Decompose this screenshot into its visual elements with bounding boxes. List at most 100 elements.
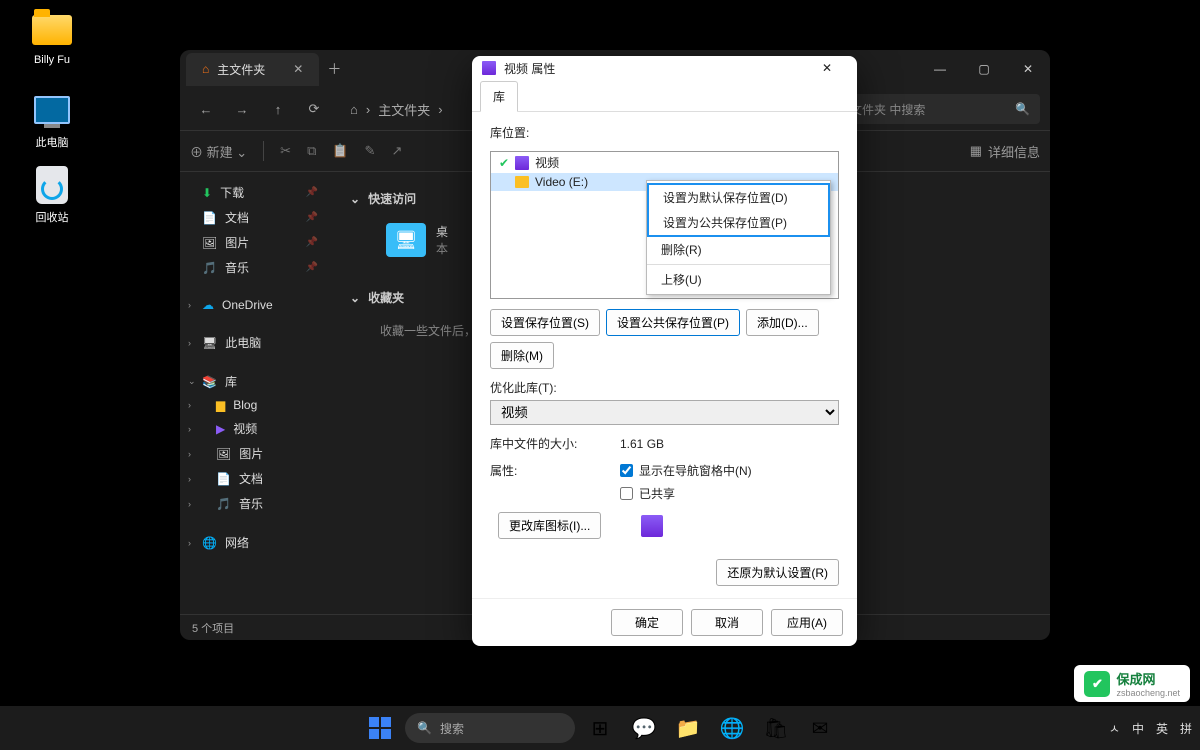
desktop-this-pc[interactable]: 此电脑: [16, 90, 88, 150]
taskbar-search[interactable]: 🔍搜索: [405, 713, 575, 743]
address-bar[interactable]: ⌂ › 主文件夹 ›: [350, 100, 443, 119]
nav-lib-blog[interactable]: ›▆Blog: [184, 394, 326, 416]
chevron-down-icon: ⌄: [350, 291, 360, 305]
desktop-label: 此电脑: [16, 134, 88, 150]
remove-button[interactable]: 删除(M): [490, 342, 554, 369]
up-button[interactable]: ↑: [262, 102, 294, 117]
share-icon[interactable]: ↗: [391, 143, 402, 159]
view-details-button[interactable]: 详细信息: [988, 142, 1040, 161]
explorer-button[interactable]: 📁: [669, 709, 707, 747]
nav-music[interactable]: 🎵音乐📌: [184, 255, 326, 280]
music-icon: 🎵: [216, 497, 231, 511]
desktop-recycle-bin[interactable]: 回收站: [16, 165, 88, 225]
dialog-close-button[interactable]: ✕: [807, 61, 847, 75]
system-tray[interactable]: ㅅ 中 英 拼: [1109, 720, 1192, 737]
nav-downloads[interactable]: ⬇下载📌: [184, 180, 326, 205]
set-public-save-button[interactable]: 设置公共保存位置(P): [606, 309, 740, 336]
desktop-label: 回收站: [16, 209, 88, 225]
video-icon: ▶: [216, 422, 225, 436]
nav-onedrive[interactable]: ›☁OneDrive: [184, 294, 326, 316]
ok-button[interactable]: 确定: [611, 609, 683, 636]
ime-lang[interactable]: 英: [1156, 720, 1168, 737]
refresh-button[interactable]: ⟳: [298, 101, 330, 117]
context-menu: 设置为默认保存位置(D) 设置为公共保存位置(P) 删除(R) 上移(U): [646, 180, 831, 295]
back-button[interactable]: ←: [190, 102, 222, 117]
forward-button[interactable]: →: [226, 102, 258, 117]
ctx-delete[interactable]: 删除(R): [647, 237, 830, 262]
nav-documents[interactable]: 📄文档📌: [184, 205, 326, 230]
chevron-right-icon: ›: [188, 400, 191, 410]
nav-lib-pictures[interactable]: ›🖼图片: [184, 441, 326, 466]
close-tab-icon[interactable]: ✕: [293, 62, 303, 76]
dialog-titlebar[interactable]: 视频 属性 ✕: [472, 56, 857, 80]
ime-indicator[interactable]: 中: [1132, 720, 1144, 737]
start-button[interactable]: [361, 709, 399, 747]
pin-icon: 📌: [306, 262, 318, 273]
ctx-set-default[interactable]: 设置为默认保存位置(D): [649, 185, 828, 210]
location-label: 库位置:: [490, 124, 839, 141]
store-button[interactable]: 🛍: [757, 709, 795, 747]
close-button[interactable]: ✕: [1006, 50, 1050, 88]
apply-button[interactable]: 应用(A): [771, 609, 843, 636]
new-tab-button[interactable]: ＋: [327, 59, 341, 79]
optimize-select[interactable]: 视频: [490, 400, 839, 425]
restore-defaults-button[interactable]: 还原为默认设置(R): [716, 559, 839, 586]
nav-pictures[interactable]: 🖼图片📌: [184, 230, 326, 255]
size-value: 1.61 GB: [620, 437, 664, 451]
ime-mode[interactable]: 拼: [1180, 720, 1192, 737]
minimize-button[interactable]: —: [918, 50, 962, 88]
chevron-right-icon: ›: [188, 499, 191, 509]
windows-icon: [369, 717, 391, 739]
tree-root-video[interactable]: ✔视频: [491, 152, 838, 173]
tab-home[interactable]: ⌂ 主文件夹 ✕: [186, 53, 319, 86]
chevron-right-icon: ›: [366, 102, 370, 117]
checkbox[interactable]: [620, 487, 633, 500]
nav-lib-video[interactable]: ›▶视频: [184, 416, 326, 441]
chevron-right-icon: ›: [188, 338, 191, 348]
desktop-label: Billy Fu: [16, 54, 88, 66]
copy-icon[interactable]: ⧉: [307, 143, 316, 159]
ctx-move-up[interactable]: 上移(U): [647, 267, 830, 292]
mail-button[interactable]: ✉: [801, 709, 839, 747]
shield-icon: ✔: [1084, 671, 1110, 697]
cloud-icon: ☁: [202, 298, 214, 312]
new-button[interactable]: ⊕ 新建 ⌄: [190, 142, 247, 161]
maximize-button[interactable]: ▢: [962, 50, 1006, 88]
search-input[interactable]: 文件夹 中搜索 🔍: [840, 94, 1040, 124]
nav-this-pc[interactable]: ›🖥此电脑: [184, 330, 326, 355]
add-button[interactable]: 添加(D)...: [746, 309, 819, 336]
chevron-right-icon: ›: [188, 474, 191, 484]
desktop-folder-billy[interactable]: Billy Fu: [16, 10, 88, 66]
set-save-location-button[interactable]: 设置保存位置(S): [490, 309, 600, 336]
nav-lib-music[interactable]: ›🎵音乐: [184, 491, 326, 516]
edge-button[interactable]: 🌐: [713, 709, 751, 747]
ctx-set-public[interactable]: 设置为公共保存位置(P): [649, 210, 828, 235]
watermark-name: 保成网: [1116, 672, 1155, 687]
task-view-button[interactable]: ⊞: [581, 709, 619, 747]
search-icon: 🔍: [417, 721, 432, 735]
pc-icon: 🖥: [202, 336, 217, 350]
view-icon[interactable]: ▦: [970, 143, 982, 159]
library-icon-preview: [641, 515, 663, 537]
nav-lib-documents[interactable]: ›📄文档: [184, 466, 326, 491]
cancel-button[interactable]: 取消: [691, 609, 763, 636]
rename-icon[interactable]: ✎: [365, 143, 376, 159]
nav-libraries[interactable]: ⌄📚库: [184, 369, 326, 394]
change-icon-button[interactable]: 更改库图标(I)...: [498, 512, 601, 539]
breadcrumb[interactable]: 主文件夹: [378, 100, 430, 119]
attributes-label: 属性:: [490, 462, 580, 479]
tab-library[interactable]: 库: [480, 81, 518, 112]
tray-overflow-icon[interactable]: ㅅ: [1109, 720, 1120, 737]
chat-button[interactable]: 💬: [625, 709, 663, 747]
checkbox[interactable]: [620, 464, 633, 477]
attr-show-in-nav[interactable]: 显示在导航窗格中(N): [620, 462, 752, 479]
pin-icon: 📌: [306, 237, 318, 248]
paste-icon[interactable]: 📋: [332, 143, 348, 159]
nav-network[interactable]: ›🌐网络: [184, 530, 326, 555]
properties-dialog: 视频 属性 ✕ 库 库位置: ✔视频 Video (E:) 设置为默认保存位置(…: [472, 56, 857, 646]
cut-icon[interactable]: ✂: [280, 143, 291, 159]
attr-shared[interactable]: 已共享: [620, 485, 752, 502]
taskbar: 🔍搜索 ⊞ 💬 📁 🌐 🛍 ✉ ㅅ 中 英 拼: [0, 706, 1200, 750]
item-count: 5 个项目: [192, 620, 234, 636]
library-locations-tree[interactable]: ✔视频 Video (E:) 设置为默认保存位置(D) 设置为公共保存位置(P)…: [490, 151, 839, 299]
